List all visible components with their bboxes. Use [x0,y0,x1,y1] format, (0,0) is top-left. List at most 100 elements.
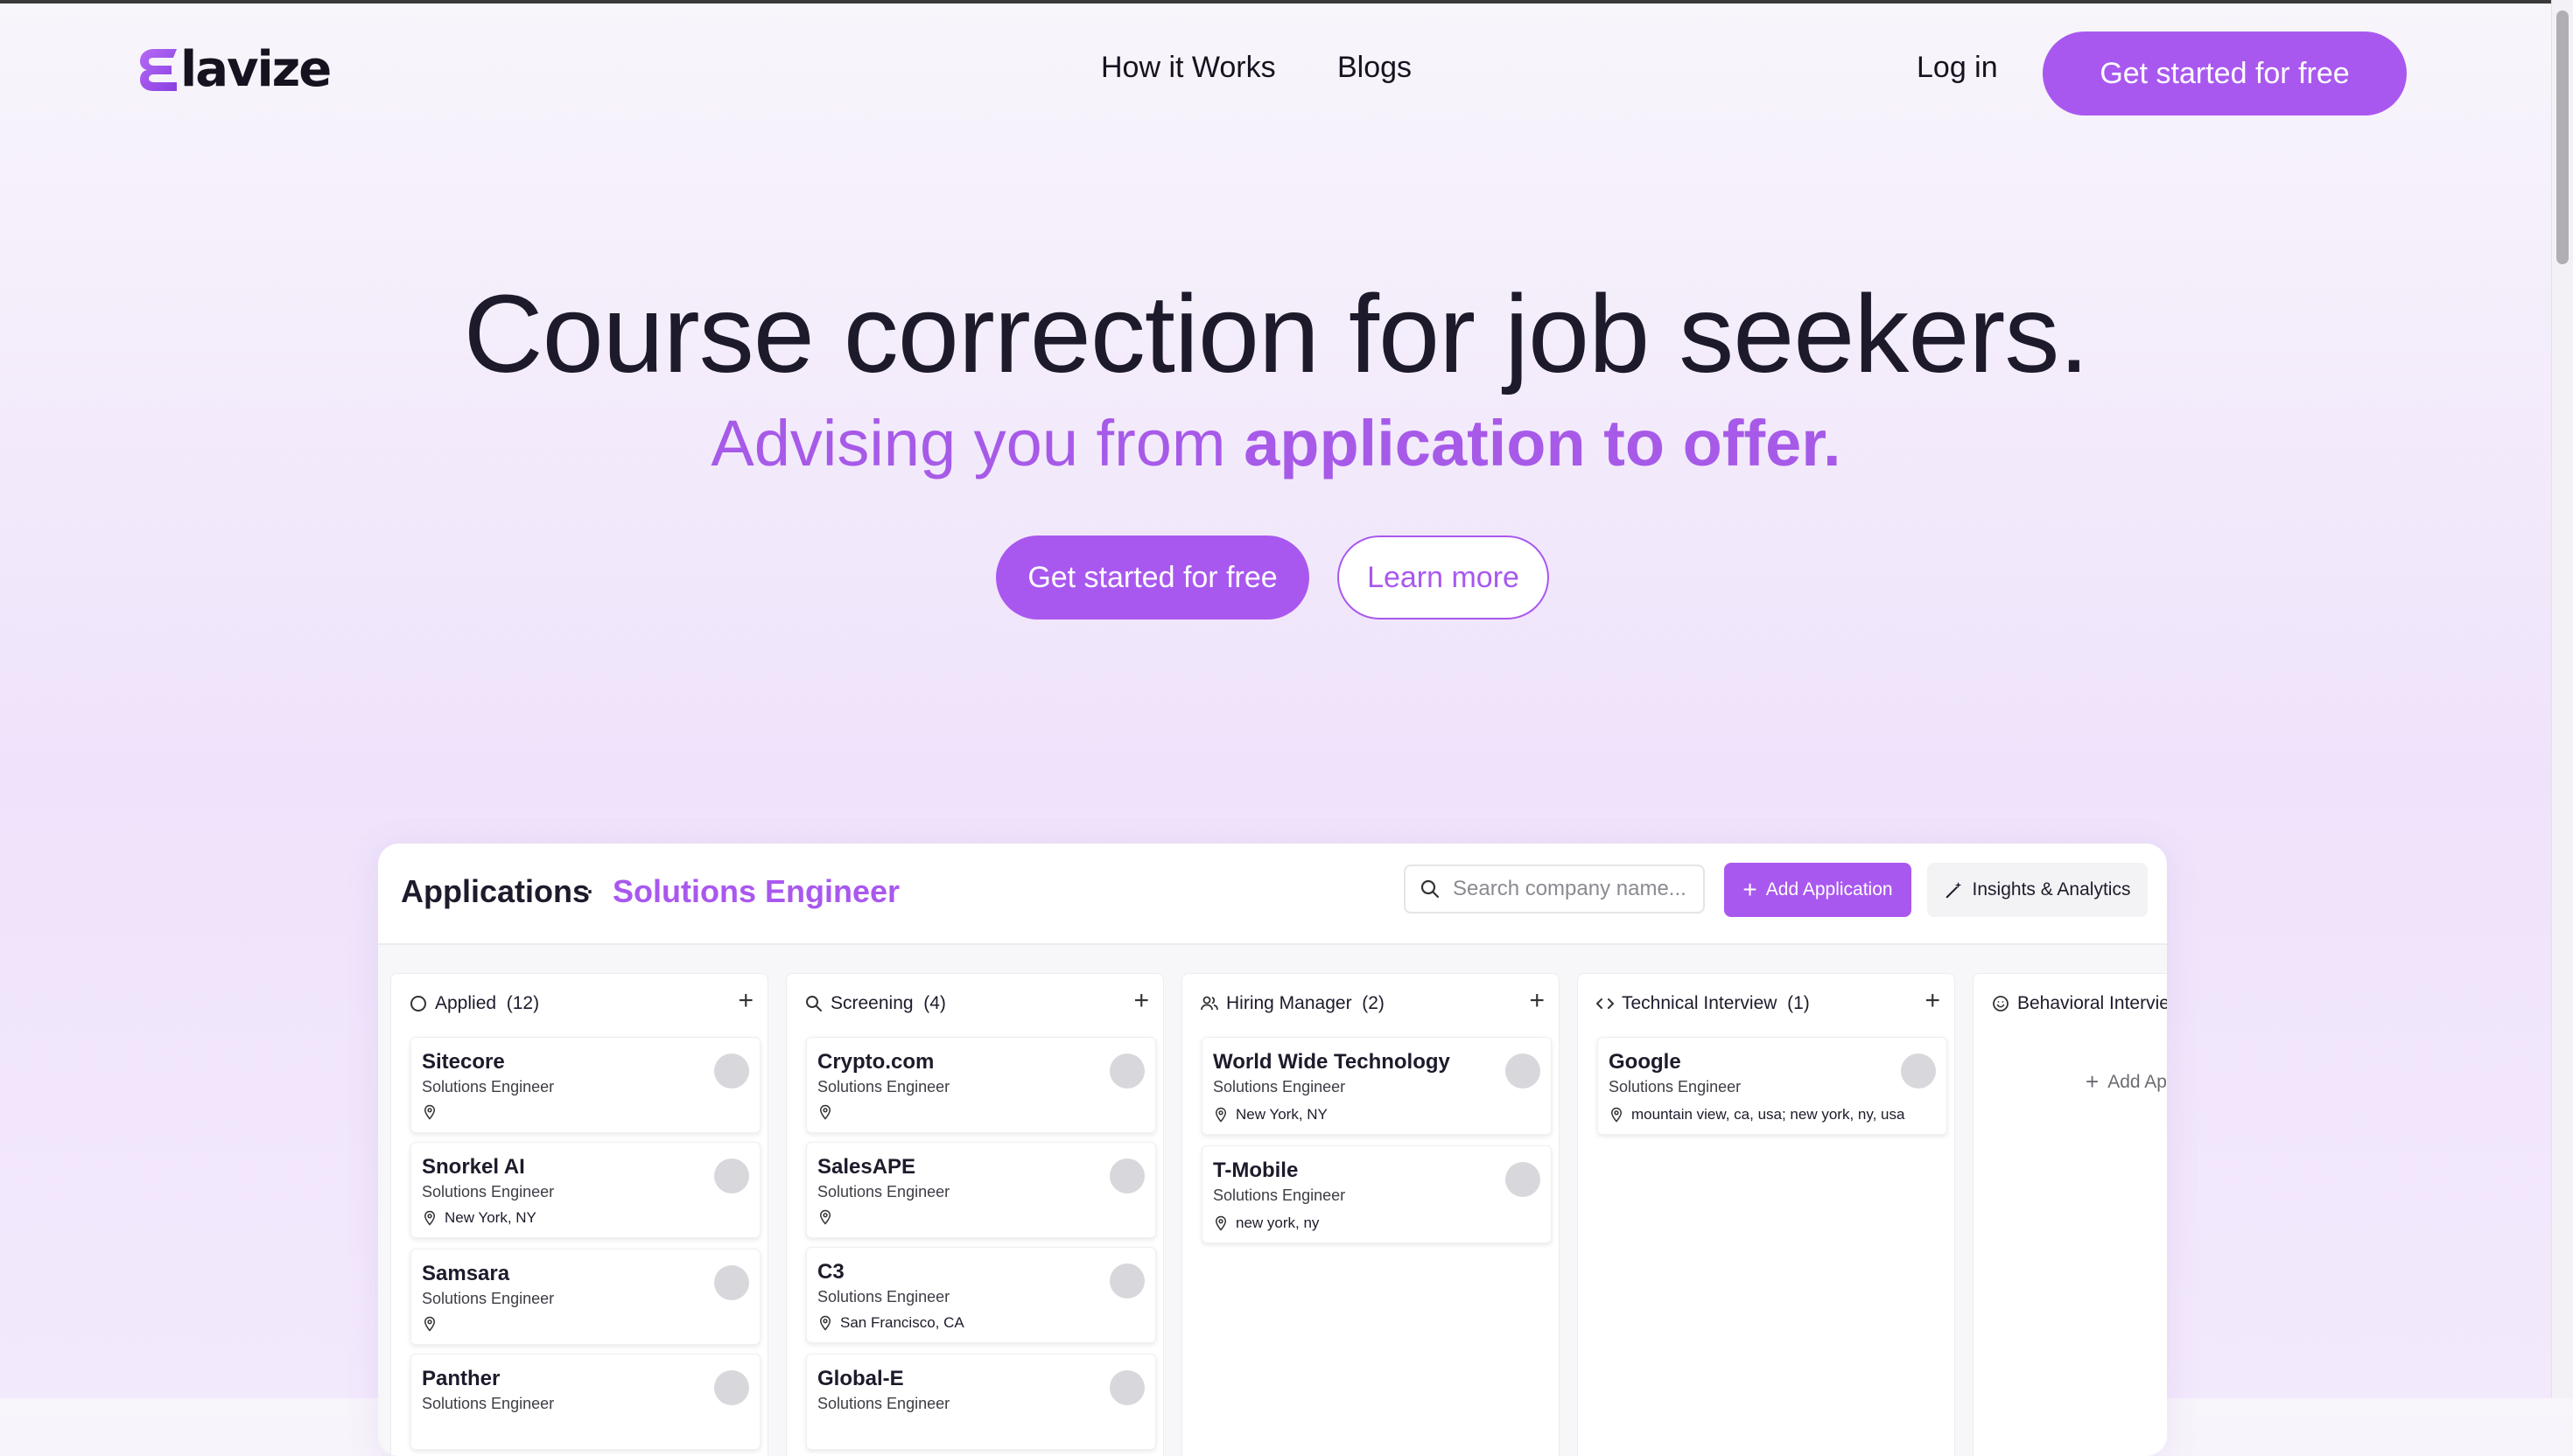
location-pin-icon [1215,1215,1227,1231]
location-pin-icon [1610,1107,1623,1123]
avatar [714,1054,749,1088]
application-card[interactable]: World Wide Technology Solutions Engineer… [1202,1037,1552,1135]
column-header: Applied (12) [409,993,539,1014]
app-header: Applications · Solutions Engineer + Add … [378,844,2167,945]
application-card[interactable]: Samsara Solutions Engineer [410,1249,761,1345]
magic-wand-icon [1946,881,1961,899]
location-pin-icon [819,1209,831,1225]
column-label: Technical Interview [1622,993,1777,1013]
kanban-board: Applied (12) + Sitecore Solutions Engine… [378,945,2167,1456]
avatar [714,1265,749,1300]
card-location: mountain view, ca, usa; new york, ny, us… [1609,1106,1904,1124]
avatar [1110,1054,1145,1088]
column-header: Screening (4) [804,993,946,1014]
card-location: San Francisco, CA [817,1314,964,1332]
nav-blogs[interactable]: Blogs [1337,51,1412,85]
application-card[interactable]: Panther Solutions Engineer [410,1354,761,1450]
column-label: Screening [831,993,914,1013]
logo[interactable]: lavize [138,41,332,98]
circle-icon [410,996,426,1012]
avatar [1505,1162,1540,1197]
company-name: Sitecore [422,1050,505,1074]
column-technical-interview: Technical Interview (1) + Google Solutio… [1577,973,1955,1456]
hero-subtitle-bold: application to offer. [1244,407,1841,480]
column-label: Behavioral Interview [2017,993,2167,1013]
card-location [817,1104,840,1120]
card-role: Solutions Engineer [422,1290,555,1307]
role-title[interactable]: Solutions Engineer [613,873,900,910]
get-started-header-button[interactable]: Get started for free [2043,32,2407,116]
column-count: (1) [1787,993,1810,1013]
card-location [422,1104,445,1120]
insights-analytics-label: Insights & Analytics [1972,879,2131,900]
users-icon [1201,996,1218,1011]
application-card[interactable]: SalesAPE Solutions Engineer [806,1142,1156,1238]
search-input[interactable] [1451,876,1691,902]
company-name: Snorkel AI [422,1155,525,1179]
add-card-button[interactable]: + [1924,986,1940,1016]
avatar [714,1370,749,1405]
card-location-text: mountain view, ca, usa; new york, ny, us… [1631,1106,1905,1123]
location-pin-icon [819,1104,831,1120]
applications-title: Applications [401,873,591,909]
logo-mark-icon [140,49,177,91]
location-pin-icon [424,1104,436,1120]
logo-text: lavize [180,41,332,98]
column-label: Hiring Manager [1226,993,1352,1013]
company-name: Google [1609,1050,1681,1074]
card-role: Solutions Engineer [817,1078,950,1096]
company-name: Crypto.com [817,1050,935,1074]
add-card-button[interactable]: + [1529,986,1545,1016]
column-header: Behavioral Interview [1991,993,2167,1014]
plus-icon: + [2086,1068,2100,1095]
card-role: Solutions Engineer [817,1183,950,1200]
search-icon [806,996,822,1012]
application-card[interactable]: T-Mobile Solutions Engineer new york, ny [1202,1145,1552,1243]
scrollbar[interactable] [2551,0,2573,1398]
application-card[interactable]: Crypto.com Solutions Engineer [806,1037,1156,1133]
application-card[interactable]: Global-E Solutions Engineer [806,1354,1156,1450]
card-location-text: new york, ny [1236,1214,1320,1231]
location-pin-icon [424,1316,436,1332]
code-icon [1596,998,1614,1009]
scroll-thumb[interactable] [2556,10,2569,264]
add-application-button[interactable]: + Add Application [1724,863,1911,917]
avatar [1110,1158,1145,1194]
company-name: Global-E [817,1367,904,1390]
column-applied: Applied (12) + Sitecore Solutions Engine… [390,973,768,1456]
card-role: Solutions Engineer [817,1395,950,1412]
column-count: (2) [1362,993,1385,1013]
application-card[interactable]: Google Solutions Engineer mountain view,… [1597,1037,1947,1135]
get-started-hero-button[interactable]: Get started for free [996,536,1309,620]
card-location-text: San Francisco, CA [840,1314,964,1331]
avatar [714,1158,749,1194]
column-count: (12) [506,993,540,1013]
application-card[interactable]: Snorkel AI Solutions Engineer New York, … [410,1142,761,1238]
card-location [817,1209,840,1225]
card-role: Solutions Engineer [1609,1078,1742,1096]
location-pin-icon [424,1210,436,1226]
company-name: SalesAPE [817,1155,916,1179]
search-box[interactable] [1404,864,1705,914]
company-name: T-Mobile [1213,1158,1299,1182]
nav-how-it-works[interactable]: How it Works [1101,51,1276,85]
add-app-label: Add App [2107,1071,2167,1092]
add-application-in-column[interactable]: + Add App [2086,1068,2167,1096]
column-label: Applied [435,993,497,1013]
application-card[interactable]: C3 Solutions Engineer San Francisco, CA [806,1247,1156,1343]
card-role: Solutions Engineer [422,1395,555,1412]
insights-analytics-button[interactable]: Insights & Analytics [1927,863,2148,917]
application-card[interactable]: Sitecore Solutions Engineer [410,1037,761,1133]
login-link[interactable]: Log in [1917,51,1998,85]
card-role: Solutions Engineer [1213,1186,1346,1204]
card-location: New York, NY [422,1209,536,1227]
company-name: World Wide Technology [1213,1050,1450,1074]
add-card-button[interactable]: + [1133,986,1149,1016]
column-behavioral-interview: Behavioral Interview + Add App [1973,973,2167,1456]
company-name: Panther [422,1367,501,1390]
company-name: Samsara [422,1262,510,1285]
card-role: Solutions Engineer [422,1078,555,1096]
add-card-button[interactable]: + [738,986,754,1016]
avatar [1505,1054,1540,1088]
learn-more-button[interactable]: Learn more [1337,536,1549,620]
